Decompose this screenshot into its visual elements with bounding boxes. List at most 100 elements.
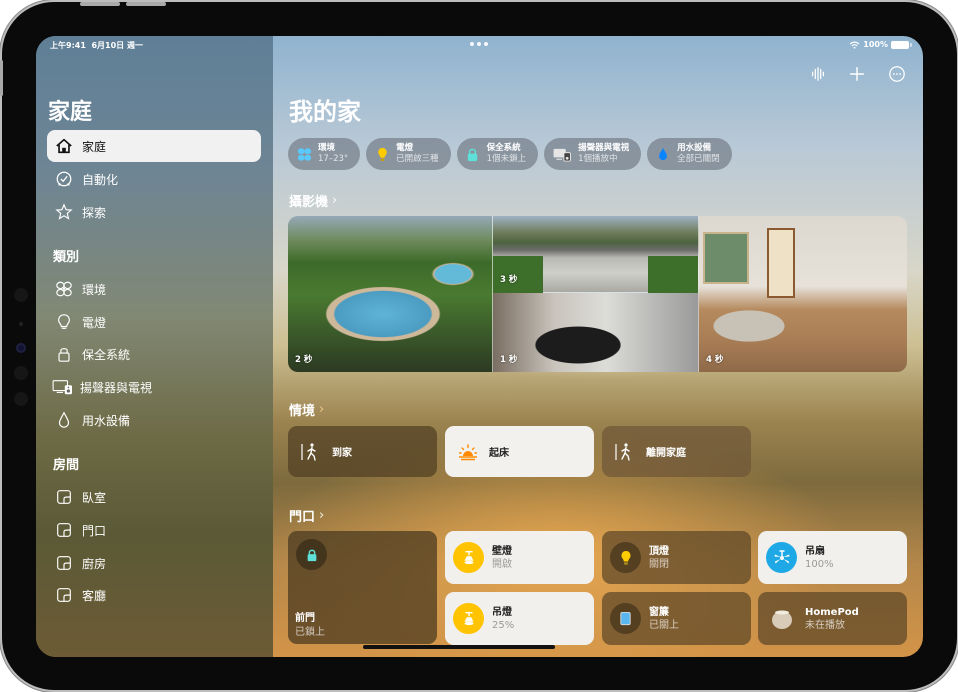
accessory-front-door-lock[interactable]: 前門 已鎖上 [288, 531, 437, 644]
accessory-name: 吊燈 [492, 606, 512, 618]
sidebar-item-speakers-tv[interactable]: 揚聲器與電視 [47, 371, 261, 403]
waveform-icon [811, 67, 825, 81]
battery-percent: 100% [863, 40, 888, 49]
chip-title: 揚聲器與電視 [578, 143, 630, 153]
scene-label: 起床 [489, 448, 509, 459]
pendant-lamp-icon [453, 542, 484, 573]
chevron-right-icon: › [319, 402, 325, 417]
accessory-status: 25% [492, 619, 515, 631]
sidebar-item-automation[interactable]: 自動化 [47, 163, 261, 195]
chevron-right-icon: › [319, 508, 325, 523]
sidebar-item-label: 環境 [82, 282, 107, 297]
camera-feed-garage[interactable]: 1 秒 [493, 293, 699, 372]
chip-subtitle: 全部已關閉 [677, 154, 720, 164]
accessory-pendant-lamp[interactable]: 吊燈 25% [445, 592, 594, 645]
status-time-date: 上午9:41 6月10日 週一 [50, 40, 143, 51]
chip-speakers-tv[interactable]: 揚聲器與電視 1個播放中 [544, 138, 642, 170]
multitasking-dots[interactable] [470, 42, 488, 46]
scene-leave-home[interactable]: 離開家庭 [602, 426, 751, 477]
cameras-section-header[interactable]: 攝影機 › [289, 191, 337, 210]
lock-icon [465, 146, 481, 162]
chip-security[interactable]: 保全系統 1個未鎖上 [456, 138, 539, 170]
accessory-status: 100% [805, 558, 834, 570]
cameras-heading: 攝影機 [289, 195, 329, 210]
scene-label: 離開家庭 [646, 448, 686, 459]
accessory-status: 關閉 [649, 558, 669, 570]
accessory-homepod[interactable]: HomePod 未在播放 [758, 592, 907, 645]
sidebar-item-climate[interactable]: 環境 [47, 273, 261, 305]
water-drop-icon [55, 411, 73, 429]
scene-label: 到家 [332, 448, 352, 459]
accessory-status: 已關上 [649, 619, 679, 631]
sidebar-item-lights[interactable]: 電燈 [47, 306, 261, 338]
volume-button [80, 2, 120, 6]
add-button[interactable] [847, 64, 867, 84]
chip-subtitle: 17–23° [318, 154, 349, 164]
camera-sensor [14, 288, 28, 302]
camera-feed-living-room[interactable]: 4 秒 [699, 216, 907, 372]
sidebar-item-security[interactable]: 保全系統 [47, 338, 261, 370]
chip-lights[interactable]: 電燈 已開啟三種 [366, 138, 451, 170]
camera-age: 3 秒 [500, 275, 518, 285]
accessory-name: 頂燈 [649, 545, 669, 557]
chip-title: 保全系統 [486, 143, 521, 153]
chip-subtitle: 已開啟三種 [396, 154, 439, 164]
accessory-status: 未在播放 [805, 619, 845, 631]
camera-feed-driveway[interactable]: 3 秒 [493, 216, 699, 293]
status-chips: 環境 17–23° 電燈 已開啟三種 保全系統 1個未鎖上 揚聲器與電視 1個播放中 用… [288, 138, 732, 170]
more-button[interactable] [887, 64, 907, 84]
sidebar-item-label: 客廳 [82, 588, 107, 603]
room-heading: 門口 [289, 510, 316, 525]
person-leave-icon [615, 442, 630, 461]
plus-icon [849, 66, 865, 82]
accessory-name: 壁燈 [492, 545, 512, 557]
sidebar-item-home[interactable]: 家庭 [47, 130, 261, 162]
sidebar-item-room-bedroom[interactable]: 臥室 [47, 481, 261, 513]
sidebar-item-discover[interactable]: 探索 [47, 196, 261, 228]
sidebar-item-label: 探索 [82, 205, 107, 220]
water-drop-icon [655, 146, 671, 162]
accessory-name: 窗簾 [649, 606, 669, 618]
chip-title: 電燈 [396, 143, 414, 153]
fan-icon [55, 280, 73, 298]
camera-grid: 2 秒 3 秒 1 秒 4 秒 [288, 216, 907, 372]
camera-age: 4 秒 [706, 355, 724, 365]
scene-wake-up[interactable]: 起床 [445, 426, 594, 477]
accessory-wall-lamp[interactable]: 壁燈 開啟 [445, 531, 594, 584]
person-arrive-icon [301, 442, 316, 461]
chevron-right-icon: › [332, 193, 338, 208]
sidebar-title: 家庭 [48, 100, 93, 125]
accessory-blinds[interactable]: 窗簾 已關上 [602, 592, 751, 645]
chip-climate[interactable]: 環境 17–23° [288, 138, 361, 170]
chip-water[interactable]: 用水設備 全部已關閉 [647, 138, 732, 170]
home-indicator[interactable] [363, 645, 555, 649]
fan-icon [296, 146, 312, 162]
sidebar-item-room-living[interactable]: 客廳 [47, 579, 261, 611]
sidebar-item-label: 電燈 [82, 315, 107, 330]
tv-speaker-icon [552, 146, 572, 162]
sidebar-item-label: 門口 [82, 523, 107, 538]
pendant-lamp-icon [453, 603, 484, 634]
chip-subtitle: 1個播放中 [578, 154, 618, 164]
sidebar-item-water[interactable]: 用水設備 [47, 404, 261, 436]
accessory-ceiling-light[interactable]: 頂燈 關閉 [602, 531, 751, 584]
accessory-name: 吊扇 [805, 545, 825, 557]
camera-age: 2 秒 [295, 355, 313, 365]
lightbulb-icon [374, 146, 390, 162]
camera-sensor [14, 392, 28, 406]
room-icon [55, 586, 73, 604]
side-button [0, 60, 3, 96]
intercom-button[interactable] [808, 64, 828, 84]
scenes-section-header[interactable]: 情境 › [289, 400, 324, 419]
sidebar-item-room-entrance[interactable]: 門口 [47, 514, 261, 546]
accessory-name: 前門 [295, 613, 315, 624]
accessory-ceiling-fan[interactable]: 吊扇 100% [758, 531, 907, 584]
room-section-header[interactable]: 門口 › [289, 506, 324, 525]
sidebar-item-room-kitchen[interactable]: 廚房 [47, 547, 261, 579]
room-icon [55, 488, 73, 506]
camera-feed-pool[interactable]: 2 秒 [288, 216, 493, 372]
scenes-heading: 情境 [289, 404, 316, 419]
house-icon [55, 137, 73, 155]
homepod-icon [766, 603, 797, 634]
scene-arrive-home[interactable]: 到家 [288, 426, 437, 477]
